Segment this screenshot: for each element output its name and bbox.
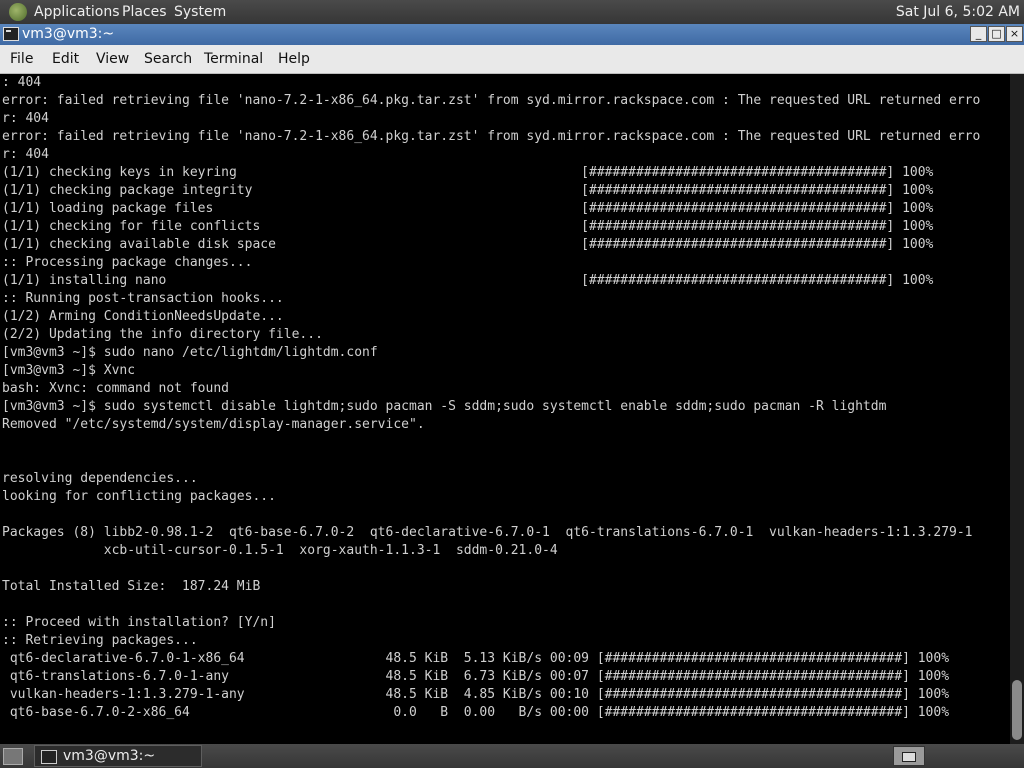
terminal-line: qt6-translations-6.7.0-1-any 48.5 KiB 6.…	[2, 669, 950, 684]
scrollbar[interactable]	[1010, 74, 1024, 744]
terminal-line: (1/1) checking keys in keyring [########…	[2, 165, 934, 180]
menu-help[interactable]: Help	[278, 50, 310, 68]
gnome-foot-icon[interactable]	[9, 3, 27, 21]
menu-view[interactable]: View	[96, 50, 129, 68]
terminal-window: vm3@vm3:~ _ □ × File Edit View Search Te…	[0, 24, 1024, 744]
terminal-line: resolving dependencies...	[2, 471, 198, 486]
clock[interactable]: Sat Jul 6, 5:02 AM	[896, 3, 1020, 21]
terminal-line: error: failed retrieving file 'nano-7.2-…	[2, 93, 981, 108]
bottom-panel: vm3@vm3:~	[0, 744, 1024, 768]
applications-menu[interactable]: Applications	[34, 3, 120, 21]
terminal-line: looking for conflicting packages...	[2, 489, 276, 504]
menu-edit[interactable]: Edit	[52, 50, 79, 68]
terminal-line: Total Installed Size: 187.24 MiB	[2, 579, 261, 594]
system-menu[interactable]: System	[174, 3, 226, 21]
terminal-line: (1/1) checking package integrity [######…	[2, 183, 934, 198]
terminal-output[interactable]: : 404 error: failed retrieving file 'nano…	[0, 74, 1010, 744]
terminal-line: xcb-util-cursor-0.1.5-1 xorg-xauth-1.1.3…	[2, 543, 558, 558]
terminal-line: (1/1) checking for file conflicts [#####…	[2, 219, 934, 234]
terminal-line: (1/1) installing nano [#################…	[2, 273, 934, 288]
terminal-line: (1/2) Arming ConditionNeedsUpdate...	[2, 309, 284, 324]
terminal-line: r: 404	[2, 111, 49, 126]
terminal-line: [vm3@vm3 ~]$ sudo systemctl disable ligh…	[2, 399, 887, 414]
terminal-line: (1/1) loading package files [###########…	[2, 201, 934, 216]
taskbar-button-terminal[interactable]: vm3@vm3:~	[34, 745, 202, 767]
minimize-button[interactable]: _	[970, 26, 987, 42]
places-menu[interactable]: Places	[122, 3, 167, 21]
terminal-line: qt6-base-6.7.0-2-x86_64 0.0 B 0.00 B/s 0…	[2, 705, 950, 720]
terminal-line: error: failed retrieving file 'nano-7.2-…	[2, 129, 981, 144]
close-button[interactable]: ×	[1006, 26, 1023, 42]
terminal-line: Removed "/etc/systemd/system/display-man…	[2, 417, 425, 432]
terminal-line: [vm3@vm3 ~]$ Xvnc	[2, 363, 136, 378]
workspace-switcher-icon[interactable]	[893, 746, 925, 766]
terminal-line: :: Retrieving packages...	[2, 633, 198, 648]
window-titlebar[interactable]: vm3@vm3:~ _ □ ×	[0, 24, 1024, 45]
terminal-line: :: Running post-transaction hooks...	[2, 291, 284, 306]
terminal-line: :: Proceed with installation? [Y/n]	[2, 615, 276, 630]
terminal-line: r: 404	[2, 147, 49, 162]
terminal-line: : 404	[2, 75, 42, 90]
menu-terminal[interactable]: Terminal	[204, 50, 263, 68]
menu-search[interactable]: Search	[144, 50, 192, 68]
menu-file[interactable]: File	[10, 50, 33, 68]
terminal-line: vulkan-headers-1:1.3.279-1-any 48.5 KiB …	[2, 687, 950, 702]
terminal-line: qt6-declarative-6.7.0-1-x86_64 48.5 KiB …	[2, 651, 950, 666]
terminal-line: :: Processing package changes...	[2, 255, 253, 270]
top-panel: Applications Places System Sat Jul 6, 5:…	[0, 0, 1024, 24]
taskbar-label: vm3@vm3:~	[63, 748, 156, 764]
terminal-text: : 404 error: failed retrieving file 'nano…	[0, 74, 1010, 722]
terminal-icon	[3, 27, 19, 41]
window-title: vm3@vm3:~	[22, 26, 115, 42]
scrollbar-thumb[interactable]	[1012, 680, 1022, 740]
terminal-icon	[41, 750, 57, 764]
terminal-line: (1/1) checking available disk space [###…	[2, 237, 934, 252]
menubar: File Edit View Search Terminal Help	[0, 45, 1024, 74]
terminal-line: bash: Xvnc: command not found	[2, 381, 229, 396]
terminal-line: [vm3@vm3 ~]$ sudo nano /etc/lightdm/ligh…	[2, 345, 378, 360]
terminal-line: (2/2) Updating the info directory file..…	[2, 327, 323, 342]
maximize-button[interactable]: □	[988, 26, 1005, 42]
terminal-line: Packages (8) libb2-0.98.1-2 qt6-base-6.7…	[2, 525, 973, 540]
show-desktop-icon[interactable]	[3, 748, 23, 765]
